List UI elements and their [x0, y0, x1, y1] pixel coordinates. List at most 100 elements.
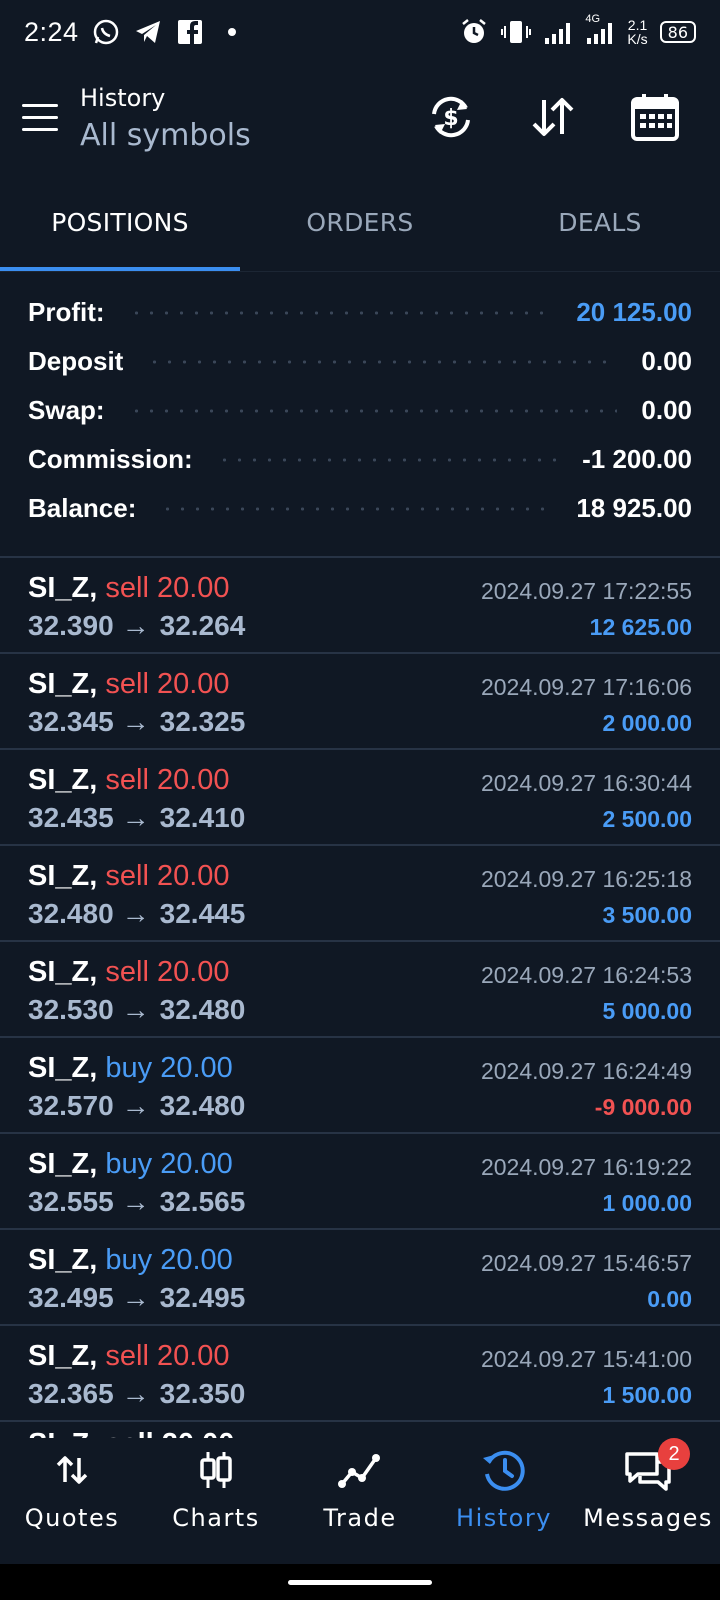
nav-quotes[interactable]: Quotes [0, 1438, 144, 1564]
deal-time: 2024.09.27 16:24:49 [480, 1058, 692, 1084]
list-item[interactable]: SI_Z, sell 20.00 32.435 → 32.410 2024.09.2… [0, 750, 720, 846]
deal-time: 2024.09.27 16:19:22 [480, 1154, 692, 1180]
bottom-navigation: Quotes Charts Trade History 2 Messages [0, 1438, 720, 1564]
open-price: 32.345 [28, 706, 114, 737]
deal-profit: 5 000.00 [602, 998, 692, 1024]
nav-label: Messages [583, 1504, 713, 1532]
deal-symbol: SI_Z, [28, 572, 98, 604]
deal-profit: 0.00 [647, 1286, 692, 1312]
deal-symbol: SI_Z, [28, 956, 98, 988]
menu-button[interactable] [22, 104, 58, 132]
deal-prices: 32.435 → 32.410 [28, 802, 245, 834]
deal-symbol: SI_Z, [28, 1244, 98, 1276]
nav-label: Trade [323, 1504, 397, 1532]
open-price: 32.480 [28, 898, 114, 929]
network-speed: 2.1 K/s [627, 17, 648, 47]
status-bar: 2:24 4G 2.1 K/s 86 [0, 0, 720, 64]
open-price: 32.365 [28, 1378, 114, 1409]
arrow-right-icon: → [121, 898, 150, 929]
deal-time: 2024.09.27 16:24:53 [480, 962, 692, 988]
deal-side: buy 20.00 [105, 1148, 233, 1180]
list-item[interactable]: SI_Z, sell 20.00 32.345 → 32.325 2024.09.2… [0, 654, 720, 750]
list-item[interactable]: SI_Z, sell 20.00 32.480 → 32.445 2024.09.2… [0, 846, 720, 942]
positions-list: SI_Z, sell 20.00 32.390 → 32.264 2024.09.2… [0, 558, 720, 1422]
deposit-value: 0.00 [641, 346, 692, 376]
dotted-leader [147, 359, 618, 364]
deal-prices: 32.570 → 32.480 [28, 1090, 245, 1122]
menu-bar [22, 104, 58, 107]
swap-value: 0.00 [641, 395, 692, 425]
symbol-filter[interactable]: All symbols [80, 118, 251, 153]
deal-side: buy 20.00 [105, 1052, 233, 1084]
nav-trade[interactable]: Trade [288, 1438, 432, 1564]
nav-history[interactable]: History [432, 1438, 576, 1564]
sort-icon[interactable] [528, 92, 578, 142]
arrow-right-icon: → [121, 1186, 150, 1217]
deal-time: 2024.09.27 16:25:18 [480, 866, 692, 892]
list-item[interactable]: SI_Z, sell 20.00 32.530 → 32.480 2024.09.2… [0, 942, 720, 1038]
signal-4g-icon: 4G [585, 13, 615, 47]
deal-side: sell 20.00 [105, 764, 230, 796]
arrow-right-icon: → [121, 1378, 150, 1409]
deal-prices: 32.345 → 32.325 [28, 706, 245, 738]
dotted-leader [160, 506, 553, 511]
close-price: 32.350 [159, 1378, 246, 1409]
vibrate-icon [501, 17, 532, 47]
deal-profit: 2 500.00 [602, 806, 692, 832]
app-header: History All symbols $ [0, 64, 720, 174]
deal-side: sell 20.00 [105, 668, 230, 700]
list-item[interactable]: SI_Z, sell 20.00 32.390 → 32.264 2024.09.2… [0, 558, 720, 654]
tab-positions[interactable]: POSITIONS [0, 186, 240, 271]
home-indicator[interactable] [288, 1580, 432, 1585]
close-price: 32.565 [159, 1186, 246, 1217]
charts-icon [192, 1446, 240, 1494]
nav-label: Charts [172, 1504, 260, 1532]
deal-side: sell 20.00 [105, 860, 230, 892]
currency-exchange-icon[interactable]: $ [426, 92, 476, 142]
deal-side: sell 20.00 [105, 956, 230, 988]
deal-profit: 1 000.00 [602, 1190, 692, 1216]
deal-profit: 1 500.00 [602, 1382, 692, 1408]
tab-orders[interactable]: ORDERS [240, 186, 480, 271]
deal-symbol: SI_Z, [28, 668, 98, 700]
swap-label: Swap: [28, 395, 105, 425]
deal-title: SI_Z, buy 20.00 [28, 1052, 233, 1085]
list-item[interactable]: SI_Z, buy 20.00 32.495 → 32.495 2024.09.27… [0, 1230, 720, 1326]
tab-deals[interactable]: DEALS [480, 186, 720, 271]
arrow-right-icon: → [121, 1090, 150, 1121]
summary-deposit-row: Deposit 0.00 [28, 337, 692, 386]
close-price: 32.495 [159, 1282, 246, 1313]
alarm-icon [459, 17, 489, 47]
arrow-right-icon: → [121, 706, 150, 737]
page-title: History [80, 84, 166, 112]
deal-profit: -9 000.00 [594, 1094, 692, 1120]
deal-prices: 32.390 → 32.264 [28, 610, 245, 642]
deal-prices: 32.495 → 32.495 [28, 1282, 245, 1314]
telegram-icon [133, 17, 163, 47]
deal-title: SI_Z, sell 20.00 [28, 668, 230, 701]
close-price: 32.480 [159, 994, 246, 1025]
deal-prices: 32.365 → 32.350 [28, 1378, 245, 1410]
facebook-icon [175, 17, 205, 47]
menu-bar [22, 116, 58, 119]
deal-title: SI_Z, sell 20.00 [28, 572, 230, 605]
title-block[interactable]: History All symbols [80, 84, 251, 153]
deal-symbol: SI_Z, [28, 1340, 98, 1372]
deal-time: 2024.09.27 17:16:06 [480, 674, 692, 700]
open-price: 32.495 [28, 1282, 114, 1313]
summary-panel: Profit: 20 125.00 Deposit 0.00 Swap: 0.0… [28, 288, 692, 533]
summary-profit-row: Profit: 20 125.00 [28, 288, 692, 337]
list-item[interactable]: SI_Z, sell 20.00 32.365 → 32.350 2024.09.2… [0, 1326, 720, 1422]
open-price: 32.570 [28, 1090, 114, 1121]
list-item[interactable]: SI_Z, buy 20.00 32.555 → 32.565 2024.09.27… [0, 1134, 720, 1230]
dotted-leader [128, 408, 618, 413]
calendar-icon[interactable] [630, 92, 680, 142]
deal-time: 2024.09.27 17:22:55 [480, 578, 692, 604]
list-item[interactable]: SI_Z, buy 20.00 32.570 → 32.480 2024.09.27… [0, 1038, 720, 1134]
profit-label: Profit: [28, 297, 105, 327]
nav-messages[interactable]: 2 Messages [576, 1438, 720, 1564]
deal-symbol: SI_Z, [28, 860, 98, 892]
nav-charts[interactable]: Charts [144, 1438, 288, 1564]
deal-time: 2024.09.27 15:46:57 [480, 1250, 692, 1276]
close-price: 32.264 [159, 610, 246, 641]
